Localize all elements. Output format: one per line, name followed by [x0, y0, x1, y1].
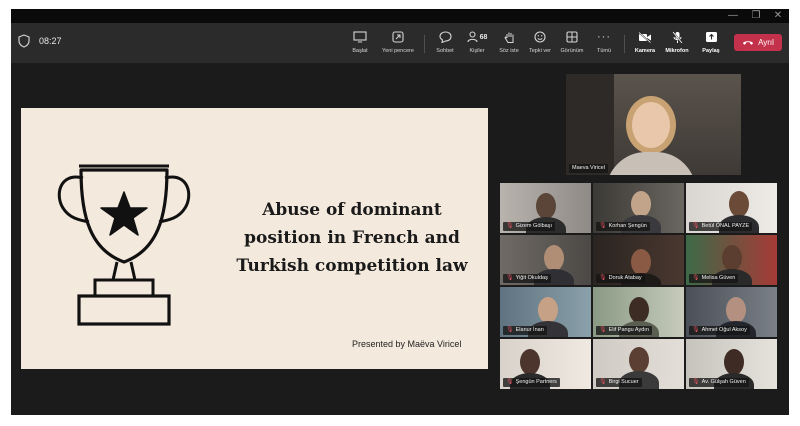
camera-off-icon	[638, 31, 652, 43]
participant-name-tag: 🎙 Betül ÖNAL PAYZE	[689, 222, 753, 231]
chat-button[interactable]: Sohbet	[433, 27, 457, 61]
meeting-toolbar: 08:27 Başlat Yeni pencere Sohbet 68 Kişi…	[11, 23, 789, 63]
participant-face	[544, 245, 564, 271]
raise-hand-icon	[504, 32, 513, 43]
raise-hand-button[interactable]: Söz iste	[497, 27, 521, 61]
spotlight-video[interactable]: Maeva Viricel	[566, 74, 741, 175]
react-button[interactable]: Tepki ver	[527, 27, 553, 61]
trophy-icon	[57, 164, 191, 326]
participant-name-tag: 🎙 Ahmet Oğul Aksoy	[689, 326, 750, 335]
participant-name-tag: 🎙 Elif Pangu Aydın	[596, 326, 652, 335]
participant-name-tag: 🎙 Şengün Partners	[503, 378, 560, 387]
toolbar-divider	[624, 35, 625, 53]
microphone-muted-icon: 🎙	[692, 327, 700, 333]
participant-tile[interactable]: 🎙 Doruk Atabay	[593, 235, 684, 285]
participant-name-tag: 🎙 Elanur İnan	[503, 326, 547, 335]
microphone-button[interactable]: Mikrofon	[663, 27, 691, 61]
title-bar: — ❐ ✕	[11, 9, 789, 23]
smiley-icon	[534, 31, 546, 43]
video-background	[566, 74, 614, 175]
participant-tile[interactable]: 🎙 Birgi Sucuer	[593, 339, 684, 389]
participant-name-tag: Maeva Viricel	[569, 164, 608, 173]
participant-tile[interactable]: 🎙 Melisa Güven	[686, 235, 777, 285]
microphone-off-icon	[671, 30, 683, 44]
microphone-muted-icon: 🎙	[692, 379, 700, 385]
hang-up-icon	[743, 41, 754, 45]
participant-tile[interactable]: 🎙 Gizem Gölbaşı	[500, 183, 591, 233]
participant-face	[631, 249, 651, 275]
shared-presentation-slide: Abuse of dominant position in French and…	[21, 108, 488, 369]
microphone-muted-icon: 🎙	[692, 223, 700, 229]
share-screen-icon	[705, 32, 717, 42]
share-content-button[interactable]: Paylaş	[699, 27, 723, 61]
leave-button[interactable]: Ayrıl	[734, 34, 782, 51]
participant-name-tag: 🎙 Korhan Şengün	[596, 222, 650, 231]
participant-face	[631, 191, 651, 217]
participant-face	[724, 349, 744, 375]
participant-tile[interactable]: 🎙 Korhan Şengün	[593, 183, 684, 233]
minimize-icon[interactable]: —	[722, 9, 744, 23]
participant-tile[interactable]: 🎙 Ahmet Oğul Aksoy	[686, 287, 777, 337]
participant-face	[722, 245, 742, 271]
camera-button[interactable]: Kamera	[633, 27, 657, 61]
microphone-muted-icon: 🎙	[506, 327, 514, 333]
participant-face	[520, 349, 540, 375]
grid-layout-icon	[566, 31, 578, 43]
microphone-muted-icon: 🎙	[506, 275, 514, 281]
close-icon[interactable]: ✕	[767, 9, 789, 23]
microphone-muted-icon: 🎙	[599, 275, 607, 281]
share-tray-icon	[353, 31, 367, 43]
share-button[interactable]: Başlat	[348, 27, 372, 61]
participant-face	[536, 193, 556, 219]
participant-face	[629, 297, 649, 323]
slide-title: Abuse of dominant position in French and…	[236, 200, 468, 276]
view-button[interactable]: Görünüm	[559, 27, 585, 61]
participant-name-tag: 🎙 Gizem Gölbaşı	[503, 222, 555, 231]
restore-icon[interactable]: ❐	[745, 9, 767, 23]
microphone-muted-icon: 🎙	[506, 223, 514, 229]
participant-face	[632, 102, 670, 148]
microphone-muted-icon: 🎙	[599, 327, 607, 333]
people-button[interactable]: 68 Kişiler	[463, 27, 491, 61]
meeting-timer: 08:27	[39, 36, 62, 46]
participant-name-tag: 🎙 Birgi Sucuer	[596, 378, 642, 387]
popout-icon	[392, 31, 404, 43]
people-icon	[467, 31, 478, 43]
participant-tile[interactable]: 🎙 Yiğit Okuldaş	[500, 235, 591, 285]
participant-name-tag: 🎙 Av. Gülşah Güven	[689, 378, 749, 387]
popout-window-button[interactable]: Yeni pencere	[378, 27, 418, 61]
chat-icon	[438, 31, 452, 43]
participant-face	[729, 191, 749, 217]
participant-face	[538, 297, 558, 323]
participant-face	[726, 297, 746, 323]
teams-meeting-window: — ❐ ✕ 08:27 Başlat Yeni pencere Sohbet 6…	[11, 9, 789, 415]
microphone-muted-icon: 🎙	[692, 275, 700, 281]
participant-name-tag: 🎙 Yiğit Okuldaş	[503, 274, 551, 283]
microphone-muted-icon: 🎙	[599, 379, 607, 385]
more-button[interactable]: ··· Tümü	[593, 27, 615, 61]
slide-presenter-credit: Presented by Maëva Viricel	[352, 339, 462, 349]
participant-tile[interactable]: 🎙 Betül ÖNAL PAYZE	[686, 183, 777, 233]
participant-name-tag: 🎙 Melisa Güven	[689, 274, 739, 283]
participant-tile[interactable]: 🎙 Elanur İnan	[500, 287, 591, 337]
more-dots-icon: ···	[597, 31, 611, 43]
shield-icon	[18, 34, 30, 48]
participant-face	[629, 347, 649, 373]
participant-name-tag: 🎙 Doruk Atabay	[596, 274, 645, 283]
meeting-stage: Abuse of dominant position in French and…	[11, 63, 789, 415]
participant-count: 68	[479, 33, 488, 41]
participant-tile[interactable]: 🎙 Av. Gülşah Güven	[686, 339, 777, 389]
microphone-muted-icon: 🎙	[506, 379, 514, 385]
microphone-muted-icon: 🎙	[599, 223, 607, 229]
participant-tile[interactable]: 🎙 Şengün Partners	[500, 339, 591, 389]
participant-tile[interactable]: 🎙 Elif Pangu Aydın	[593, 287, 684, 337]
toolbar-divider	[424, 35, 425, 53]
